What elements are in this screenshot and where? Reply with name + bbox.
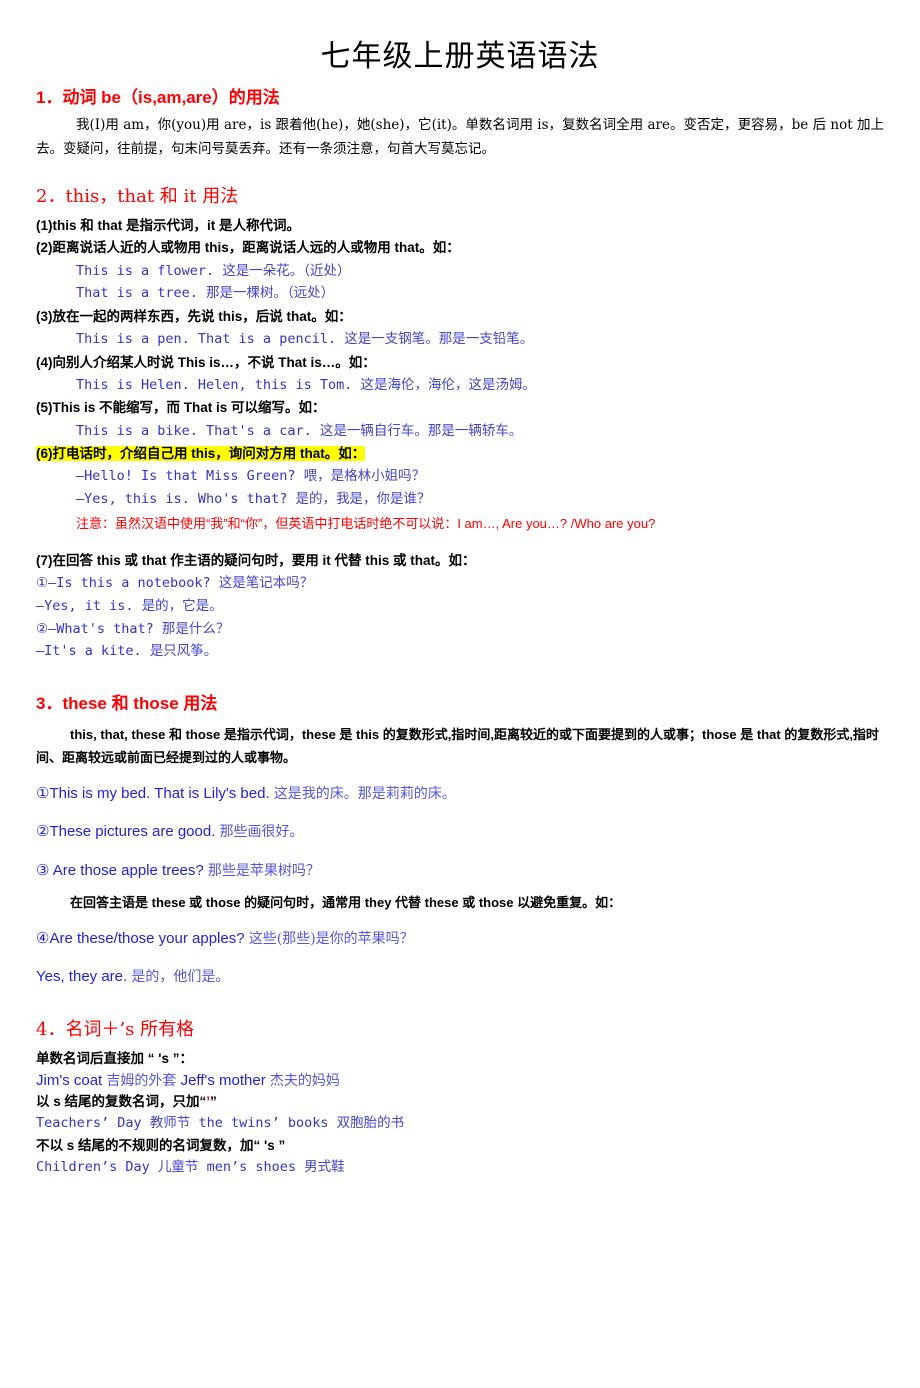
section-1-body-text: 我(I)用 am，你(you)用 are，is 跟着他(he)，她(she)，它… [36,117,884,157]
example-my-bed: ①This is my bed. That is Lily's bed. 这是我… [36,783,884,806]
section-4-rule-2: 以 s 结尾的复数名词，只加“’” [36,1092,884,1112]
section-3-note: 在回答主语是 these 或 those 的疑问句时，通常用 they 代替 t… [36,892,884,915]
section-2-item-6: (6)打电话时，介绍自己用 this，询问对方用 that。如： [36,444,884,464]
example-cn: 杰夫的妈妈 [269,1072,340,1089]
example-en: Yes, they are. [36,968,128,986]
example-phone-call-1: —Hello! Is that Miss Green? 喂，是格林小姐吗？ [36,466,884,488]
example-pictures-good: ②These pictures are good. 那些画很好。 [36,821,884,844]
example-en: Teachers’ Day [36,1115,142,1132]
example-en: ①—Is this a notebook? [36,575,211,592]
example-cn: 吉姆的外套 [106,1072,177,1089]
example-cn: 这是笔记本吗？ [218,575,314,592]
section-1-heading: 1．动词 be（is,am,are）的用法 [36,88,280,107]
section-3-intro: this, that, these 和 those 是指示代词，these 是 … [36,724,884,770]
section-2-item-3: (3)放在一起的两样东西，先说 this，后说 that。如： [36,308,352,324]
section-1-body: 我(I)用 am，你(you)用 are，is 跟着他(he)，她(she)，它… [36,114,884,161]
example-cn: 儿童节 [157,1159,199,1176]
example-possessive-irregular: Children’s Day 儿童节 men’s shoes 男式鞋 [36,1157,884,1179]
section-2-heading: 2．this，that 和 it 用法 [36,185,239,207]
example-helen-tom: This is Helen. Helen, this is Tom. 这是海伦，… [36,375,884,397]
example-cn: 这是海伦，海伦，这是汤姆。 [360,376,536,393]
example-possessive-plural-s: Teachers’ Day 教师节 the twins’ books 双胞胎的书 [36,1113,884,1135]
example-en: ④Are these/those your apples? [36,929,245,947]
example-kite-a: —It's a kite. 是只风筝。 [36,641,884,663]
section-2-item-4: (4)向别人介绍某人时说 This is…，不说 That is…。如： [36,354,376,370]
rule-2-pre: 以 s 结尾的复数名词，只加“ [36,1094,207,1110]
example-en: This is Helen. Helen, this is Tom. [76,376,353,393]
section-2-item-7: (7)在回答 this 或 that 作主语的疑问句时，要用 it 代替 thi… [36,553,476,569]
example-cn: 那些是苹果树吗？ [207,862,320,879]
example-cn: 这是一辆自行车。那是一辆轿车。 [319,422,523,439]
section-2-item-2: (2)距离说话人近的人或物用 this，距离说话人远的人或物用 that。如： [36,240,460,256]
example-cn: 双胞胎的书 [336,1115,405,1132]
section-4-heading: 4．名词＋’s 所有格 [36,1018,195,1040]
example-en: That is a tree. [76,285,198,302]
section-2-item-1: (1)this 和 that 是指示代词，it 是人称代词。 [36,218,300,233]
example-en: —It's a kite. [36,643,142,660]
example-pen-pencil: This is a pen. That is a pencil. 这是一支钢笔。… [36,329,884,351]
example-cn: 这是一朵花。（近处） [222,262,351,279]
example-possessive-singular: Jim's coat 吉姆的外套 Jeff's mother 杰夫的妈妈 [36,1070,884,1093]
example-cn: 这是一支钢笔。那是一支铅笔。 [344,330,534,347]
example-cn: 是的，我是，你是谁？ [295,491,431,508]
highlighted-text: (6)打电话时，介绍自己用 this，询问对方用 that。如： [36,446,366,462]
example-notebook-a: —Yes, it is. 是的，它是。 [36,596,884,618]
example-en: Children’s Day [36,1159,150,1176]
document-page: 七年级上册英语语法 1．动词 be（is,am,are）的用法 我(I)用 am… [0,0,920,1388]
example-cn: 那些画很好。 [219,824,304,841]
example-en: This is a flower. [76,262,215,279]
example-cn: 这些(那些)是你的苹果吗？ [248,930,414,947]
example-en: Jeff's mother [180,1071,266,1089]
rule-2-post: ” [210,1094,217,1110]
page-title: 七年级上册英语语法 [320,39,600,74]
example-en: ①This is my bed. That is Lily's bed. [36,784,270,802]
example-that-tree: That is a tree. 那是一棵树。（远处） [36,283,884,305]
example-yes-they-are: Yes, they are. 是的，他们是。 [36,966,884,989]
example-en: ②These pictures are good. [36,823,216,841]
section-3-note-text: 在回答主语是 these 或 those 的疑问句时，通常用 they 代替 t… [70,895,622,911]
section-3-heading: 3．these 和 those 用法 [36,693,218,713]
example-en: Jim's coat [36,1071,103,1089]
example-cn: 那是什么？ [161,620,230,637]
example-kite-q: ②—What's that? 那是什么？ [36,619,884,641]
example-en: men’s shoes [206,1159,296,1176]
section-4-rule-1: 单数名词后直接加 “ 's ”： [36,1051,193,1067]
example-en: ②—What's that? [36,620,154,637]
example-phone-call-2: —Yes, this is. Who's that? 是的，我是，你是谁？ [36,489,884,511]
example-en: This is a pen. That is a pencil. [76,330,337,347]
example-en: ③ Are those apple trees? [36,861,204,879]
section-3-intro-text: this, that, these 和 those 是指示代词，these 是 … [36,727,879,765]
example-cn: 那是一棵树。（远处） [206,285,335,302]
example-cn: 喂，是格林小姐吗？ [303,468,426,485]
example-en: —Hello! Is that Miss Green? [76,468,296,485]
example-en: —Yes, it is. [36,598,134,614]
example-cn: 是只风筝。 [149,643,218,660]
example-en: —Yes, this is. Who's that? [76,491,288,508]
example-cn: 是的，他们是。 [131,969,230,986]
example-cn: 是的，它是。 [141,598,223,614]
example-bike-car: This is a bike. That's a car. 这是一辆自行车。那是… [36,421,884,443]
example-cn: 教师节 [149,1115,191,1132]
section-2-note: 注意：虽然汉语中使用“我”和“你”，但英语中打电话时绝不可以说：I am…, A… [76,515,656,531]
example-en: the twins’ books [198,1115,329,1132]
example-cn: 男式鞋 [304,1159,345,1176]
example-notebook-q: ①—Is this a notebook? 这是笔记本吗？ [36,573,884,595]
example-your-apples: ④Are these/those your apples? 这些(那些)是你的苹… [36,928,884,951]
example-en: This is a bike. That's a car. [76,422,312,439]
section-2-item-5: (5)This is 不能缩写，而 That is 可以缩写。如： [36,400,326,416]
example-cn: 这是我的床。那是莉莉的床。 [273,785,456,802]
section-4-rule-3: 不以 s 结尾的不规则的名词复数，加“ 's ” [36,1137,286,1153]
example-this-flower: This is a flower. 这是一朵花。（近处） [36,261,884,283]
example-apple-trees: ③ Are those apple trees? 那些是苹果树吗？ [36,860,884,883]
